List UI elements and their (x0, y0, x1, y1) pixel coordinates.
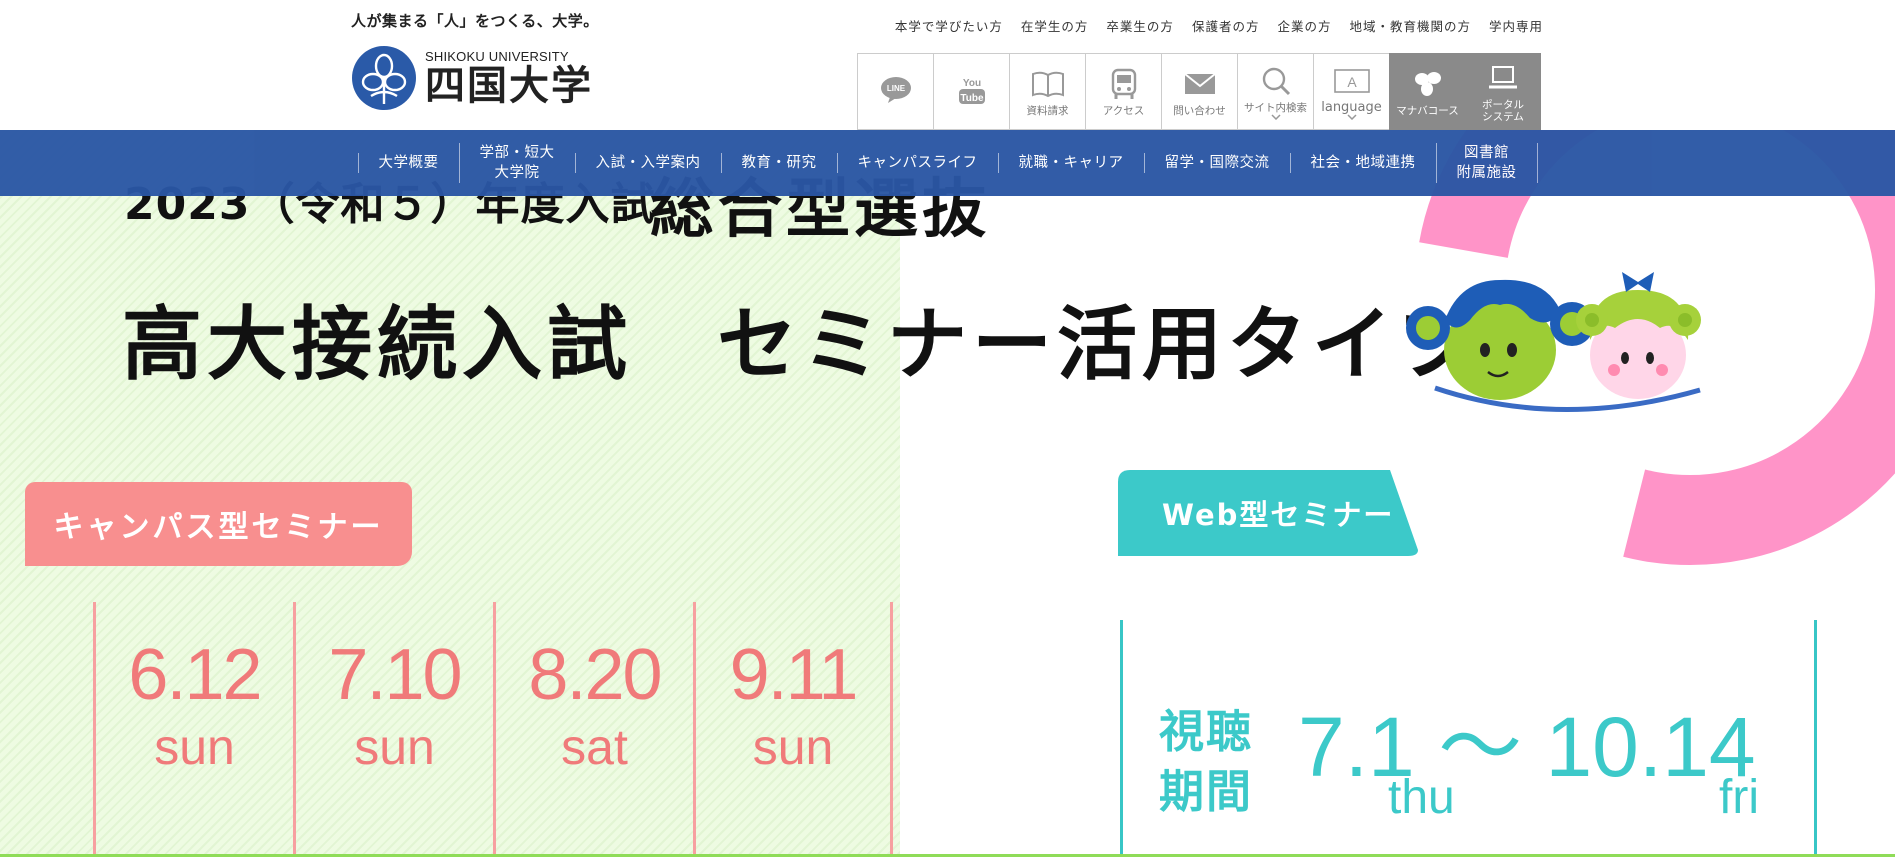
campus-seminar-tag: キャンパス型セミナー (25, 482, 412, 566)
web-seminar-tag: Web型セミナー (1162, 498, 1395, 532)
portal-label: ポータル システム (1482, 98, 1524, 123)
search-icon (1262, 67, 1290, 95)
nav-international[interactable]: 留学・国際交流 (1143, 153, 1290, 173)
hero-headline: 高大接続入試 セミナー活用タイプ (122, 298, 1482, 391)
utility-icon-bar: LINE You Tube 資料請求 アクセス 問い合わせ サイト内検索 A la… (857, 53, 1541, 130)
tagline: 人が集まる「人」をつくる、大学。 (351, 12, 599, 30)
bus-icon (1111, 68, 1136, 99)
access-button[interactable]: アクセス (1085, 53, 1161, 130)
nav-about[interactable]: 大学概要 (357, 153, 459, 173)
global-nav: 大学概要 学部・短大 大学院 入試・入学案内 教育・研究 キャンパスライフ 就職… (0, 130, 1895, 196)
nav-admissions[interactable]: 入試・入学案内 (574, 153, 721, 173)
manaba-button[interactable]: マナバコース (1389, 53, 1465, 130)
link-alumni[interactable]: 卒業生の方 (1106, 16, 1174, 35)
campus-date: 7.10 (328, 635, 462, 715)
nav-community[interactable]: 社会・地域連携 (1289, 153, 1436, 173)
portal-button[interactable]: ポータル システム (1465, 53, 1541, 130)
language-button[interactable]: A language (1313, 53, 1389, 130)
line-icon: LINE (880, 76, 911, 103)
campus-date: 9.11 (729, 635, 859, 715)
line-button[interactable]: LINE (857, 53, 933, 130)
web-viewing-period: 視聴 期間 7.1 〜 10.14 thu fri (1120, 620, 1817, 857)
nav-education-research[interactable]: 教育・研究 (720, 153, 837, 173)
nav-campus-life[interactable]: キャンパスライフ (836, 153, 998, 173)
link-internal[interactable]: 学内専用 (1489, 16, 1543, 35)
laptop-icon (1489, 65, 1517, 88)
campus-weekday: sun (752, 719, 834, 775)
campus-date-item: 8.20 sat (493, 602, 693, 857)
viewing-start-weekday: thu (1388, 771, 1455, 824)
language-label: language (1321, 99, 1382, 115)
nav-career[interactable]: 就職・キャリア (997, 153, 1144, 173)
shikoku-logo-icon (352, 46, 416, 110)
campus-date-item: 6.12 sun (93, 602, 293, 857)
viewing-period-label: 視聴 期間 (1159, 705, 1254, 818)
campus-date-item: 9.11 sun (693, 602, 893, 857)
svg-text:You: You (962, 78, 980, 89)
campus-seminar-dates: 6.12 sun 7.10 sun 8.20 sat 9.11 sun (93, 602, 893, 857)
campus-date: 8.20 (528, 635, 662, 715)
svg-text:Tube: Tube (960, 93, 984, 104)
site-search-label: サイト内検索 (1244, 101, 1307, 114)
viewing-period-range: 7.1 〜 10.14 (1298, 700, 1756, 794)
link-parents[interactable]: 保護者の方 (1192, 16, 1260, 35)
viewing-end-weekday: fri (1719, 771, 1759, 824)
link-prospective[interactable]: 本学で学びたい方 (895, 16, 1003, 35)
brochure-button[interactable]: 資料請求 (1009, 53, 1085, 130)
svg-text:A: A (1347, 74, 1357, 90)
language-icon: A (1333, 68, 1370, 93)
manaba-icon (1414, 71, 1441, 96)
mail-icon (1183, 72, 1216, 94)
chevron-down-icon (1346, 113, 1357, 120)
campus-weekday: sun (154, 719, 235, 775)
campus-weekday: sun (354, 719, 435, 775)
mascot-illustration (1406, 272, 1701, 412)
university-logo[interactable]: SHIKOKU UNIVERSITY 四国大学 (351, 38, 593, 118)
link-community[interactable]: 地域・教育機関の方 (1349, 16, 1471, 35)
contact-button[interactable]: 問い合わせ (1161, 53, 1237, 130)
access-label: アクセス (1102, 104, 1145, 117)
youtube-icon: You Tube (958, 78, 985, 104)
site-search-button[interactable]: サイト内検索 (1237, 53, 1313, 130)
manaba-label: マナバコース (1396, 104, 1459, 117)
nav-faculties[interactable]: 学部・短大 大学院 (458, 143, 575, 183)
brochure-label: 資料請求 (1026, 104, 1069, 117)
campus-date-item: 7.10 sun (293, 602, 493, 857)
nav-library[interactable]: 図書館 附属施設 (1435, 143, 1538, 183)
site-header: 人が集まる「人」をつくる、大学。 SHIKOKU UNIVERSITY 四国大学… (0, 0, 1895, 130)
link-companies[interactable]: 企業の方 (1277, 16, 1331, 35)
svg-text:LINE: LINE (886, 84, 905, 93)
book-icon (1031, 71, 1064, 97)
logo-japanese: 四国大学 (425, 61, 593, 109)
campus-date: 6.12 (128, 635, 262, 715)
campus-weekday: sat (561, 719, 628, 775)
contact-label: 問い合わせ (1173, 104, 1226, 117)
audience-links: 本学で学びたい方 在学生の方 卒業生の方 保護者の方 企業の方 地域・教育機関の… (895, 16, 1543, 35)
hero-banner[interactable]: 2023（令和５）年度入試 総合型選抜 高大接続入試 セミナー活用タイプ キャン… (0, 130, 1895, 857)
link-students[interactable]: 在学生の方 (1021, 16, 1089, 35)
chevron-down-icon (1270, 113, 1281, 120)
youtube-button[interactable]: You Tube (933, 53, 1009, 130)
